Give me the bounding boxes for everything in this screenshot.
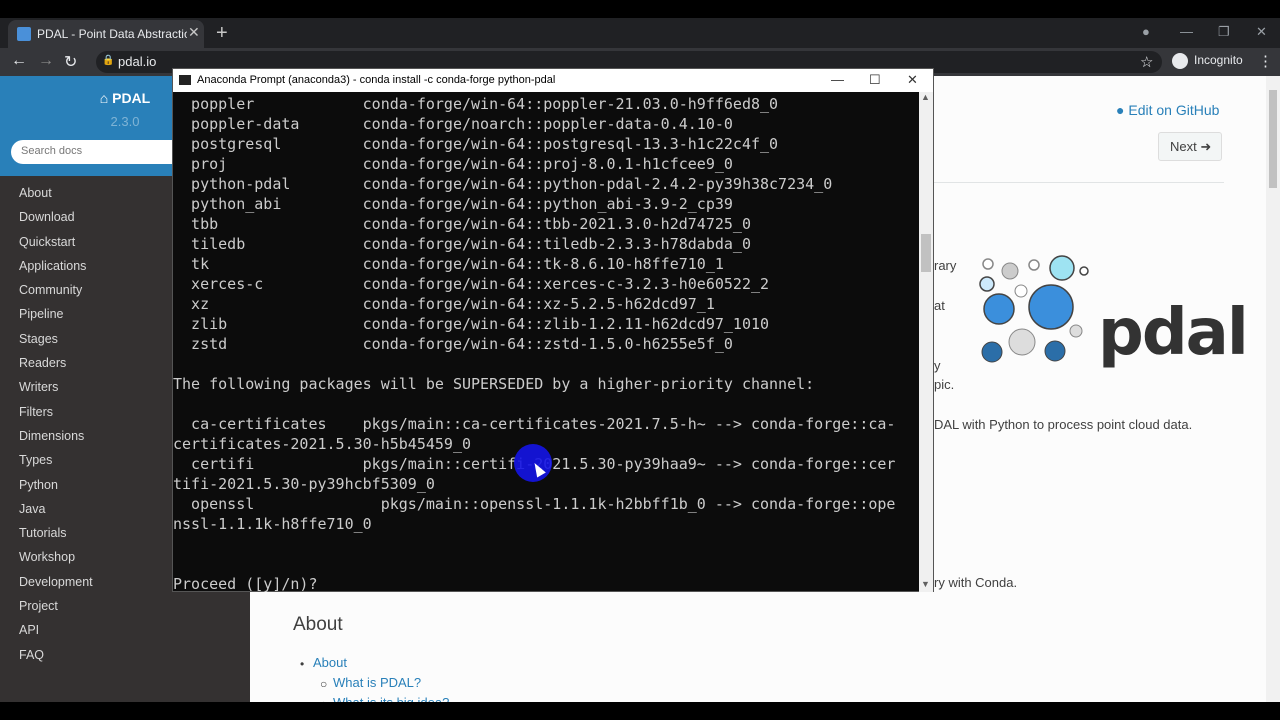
sidebar-item-readers[interactable]: Readers [19, 356, 93, 380]
what-is-pdal-link[interactable]: What is PDAL? [333, 675, 421, 690]
terminal-minimize-button[interactable]: — [831, 72, 844, 87]
terminal-scrollbar-thumb[interactable] [921, 234, 931, 272]
sidebar-item-python[interactable]: Python [19, 478, 93, 502]
terminal-line: xerces-c conda-forge/win-64::xerces-c-3.… [173, 275, 770, 293]
sidebar-item-java[interactable]: Java [19, 502, 93, 526]
edit-github-label: Edit on GitHub [1128, 102, 1220, 118]
terminal-line: tiledb conda-forge/win-64::tiledb-2.3.3-… [173, 235, 751, 253]
terminal-line: postgresql conda-forge/win-64::postgresq… [173, 135, 779, 153]
terminal-line: poppler conda-forge/win-64::poppler-21.0… [173, 95, 779, 113]
arrow-right-icon: ➜ [1200, 139, 1212, 154]
sidebar-nav: About Download Quickstart Applications C… [19, 186, 93, 672]
browser-tab[interactable]: PDAL - Point Data Abstraction Li ✕ [8, 20, 204, 48]
pdal-favicon-icon [17, 27, 31, 41]
next-button[interactable]: Next ➜ [1158, 132, 1222, 161]
sidebar-item-development[interactable]: Development [19, 575, 93, 599]
terminal-maximize-button[interactable]: ☐ [869, 72, 881, 88]
sidebar-item-faq[interactable]: FAQ [19, 648, 93, 672]
sidebar-item-project[interactable]: Project [19, 599, 93, 623]
about-heading: About [293, 614, 343, 635]
terminal-line: The following packages will be SUPERSEDE… [173, 375, 815, 393]
sidebar-item-applications[interactable]: Applications [19, 259, 93, 283]
sidebar-item-dimensions[interactable]: Dimensions [19, 429, 93, 453]
anaconda-prompt-window[interactable]: Anaconda Prompt (anaconda3) - conda inst… [172, 68, 934, 592]
sidebar-item-tutorials[interactable]: Tutorials [19, 526, 93, 550]
sidebar-item-download[interactable]: Download [19, 210, 93, 234]
terminal-line: openssl pkgs/main::openssl-1.1.1k-h2bbff… [173, 495, 896, 513]
next-label: Next [1170, 139, 1197, 154]
letterbox-top [0, 0, 1280, 18]
incognito-icon [1172, 53, 1188, 69]
scroll-down-arrow-icon[interactable]: ▼ [921, 579, 930, 589]
url-text: pdal.io [118, 54, 157, 69]
scroll-up-arrow-icon[interactable]: ▲ [921, 92, 930, 102]
partial-text-rary: rary [934, 258, 957, 273]
terminal-line: xz conda-forge/win-64::xz-5.2.5-h62dcd97… [173, 295, 715, 313]
circle-bullet-icon: ○ [320, 677, 328, 691]
sidebar-item-types[interactable]: Types [19, 453, 93, 477]
terminal-line: proj conda-forge/win-64::proj-8.0.1-h1cf… [173, 155, 733, 173]
terminal-line: poppler-data conda-forge/noarch::poppler… [173, 115, 733, 133]
sidebar-item-stages[interactable]: Stages [19, 332, 93, 356]
brand-label: PDAL [112, 90, 151, 106]
content-divider [934, 182, 1224, 183]
terminal-prompt-line: Proceed ([y]/n)? [173, 575, 318, 592]
partial-text-python: DAL with Python to process point cloud d… [934, 417, 1193, 432]
terminal-titlebar[interactable]: Anaconda Prompt (anaconda3) - conda inst… [173, 69, 933, 92]
terminal-close-button[interactable]: ✕ [907, 72, 918, 88]
sidebar-item-writers[interactable]: Writers [19, 380, 93, 404]
terminal-line: certificates-2021.5.30-h5b45459_0 [173, 435, 472, 453]
terminal-line: python_abi conda-forge/win-64::python_ab… [173, 195, 733, 213]
back-icon[interactable]: ← [11, 52, 27, 70]
terminal-output[interactable]: poppler conda-forge/win-64::poppler-21.0… [173, 92, 919, 592]
page-scrollbar[interactable] [1266, 76, 1280, 702]
edit-on-github-link[interactable]: ● Edit on GitHub [1116, 102, 1219, 118]
reload-icon[interactable]: ↻ [64, 52, 77, 72]
terminal-line: ca-certificates pkgs/main::ca-certificat… [173, 415, 896, 433]
sidebar-item-pipeline[interactable]: Pipeline [19, 307, 93, 331]
new-tab-button[interactable]: + [216, 22, 228, 44]
sidebar-item-api[interactable]: API [19, 623, 93, 647]
tab-close-icon[interactable]: ✕ [188, 24, 200, 41]
profile-dropdown-icon[interactable]: ● [1142, 24, 1150, 39]
minimize-button[interactable]: — [1180, 24, 1193, 39]
forward-icon[interactable]: → [38, 52, 54, 70]
terminal-line: tbb conda-forge/win-64::tbb-2021.3.0-h2d… [173, 215, 751, 233]
sidebar-item-filters[interactable]: Filters [19, 405, 93, 429]
terminal-line: zstd conda-forge/win-64::zstd-1.5.0-h625… [173, 335, 733, 353]
github-icon: ● [1116, 102, 1129, 118]
sidebar-item-workshop[interactable]: Workshop [19, 550, 93, 574]
partial-text-at: at [934, 298, 945, 313]
terminal-line: python-pdal conda-forge/win-64::python-p… [173, 175, 833, 193]
terminal-icon [179, 75, 191, 85]
letterbox-bottom [0, 702, 1280, 720]
lock-icon: 🔒 [102, 55, 115, 66]
window-close-button[interactable]: ✕ [1256, 24, 1267, 40]
bullet-icon: • [300, 657, 305, 671]
sidebar-item-about[interactable]: About [19, 186, 93, 210]
bookmark-star-icon[interactable]: ☆ [1140, 53, 1153, 71]
incognito-indicator[interactable]: Incognito [1172, 53, 1243, 69]
incognito-label: Incognito [1194, 53, 1243, 68]
page-scrollbar-thumb[interactable] [1269, 90, 1277, 188]
tab-title: PDAL - Point Data Abstraction Li [37, 27, 187, 41]
terminal-line: zlib conda-forge/win-64::zlib-1.2.11-h62… [173, 315, 770, 333]
pdal-logo-bubbles [979, 255, 1089, 363]
partial-text-conda: ry with Conda. [934, 575, 1018, 590]
terminal-line: tifi-2021.5.30-py39hcbf5309_0 [173, 475, 435, 493]
pdal-logo-wordmark: pdal [1098, 296, 1249, 370]
browser-tab-strip: PDAL - Point Data Abstraction Li ✕ + [0, 18, 1280, 48]
maximize-button[interactable]: ❐ [1218, 24, 1230, 40]
terminal-scrollbar[interactable]: ▲ ▼ [919, 92, 933, 592]
sidebar-item-community[interactable]: Community [19, 283, 93, 307]
partial-text-pic: pic. [934, 377, 955, 392]
terminal-line: nssl-1.1.1k-h8ffe710_0 [173, 515, 372, 533]
browser-menu-icon[interactable]: ⋮ [1258, 52, 1273, 70]
about-link[interactable]: About [313, 655, 347, 670]
partial-text-y: y [934, 358, 941, 373]
home-icon: ⌂ [99, 90, 113, 106]
terminal-line: tk conda-forge/win-64::tk-8.6.10-h8ffe71… [173, 255, 724, 273]
sidebar-item-quickstart[interactable]: Quickstart [19, 235, 93, 259]
terminal-title: Anaconda Prompt (anaconda3) - conda inst… [197, 74, 556, 86]
